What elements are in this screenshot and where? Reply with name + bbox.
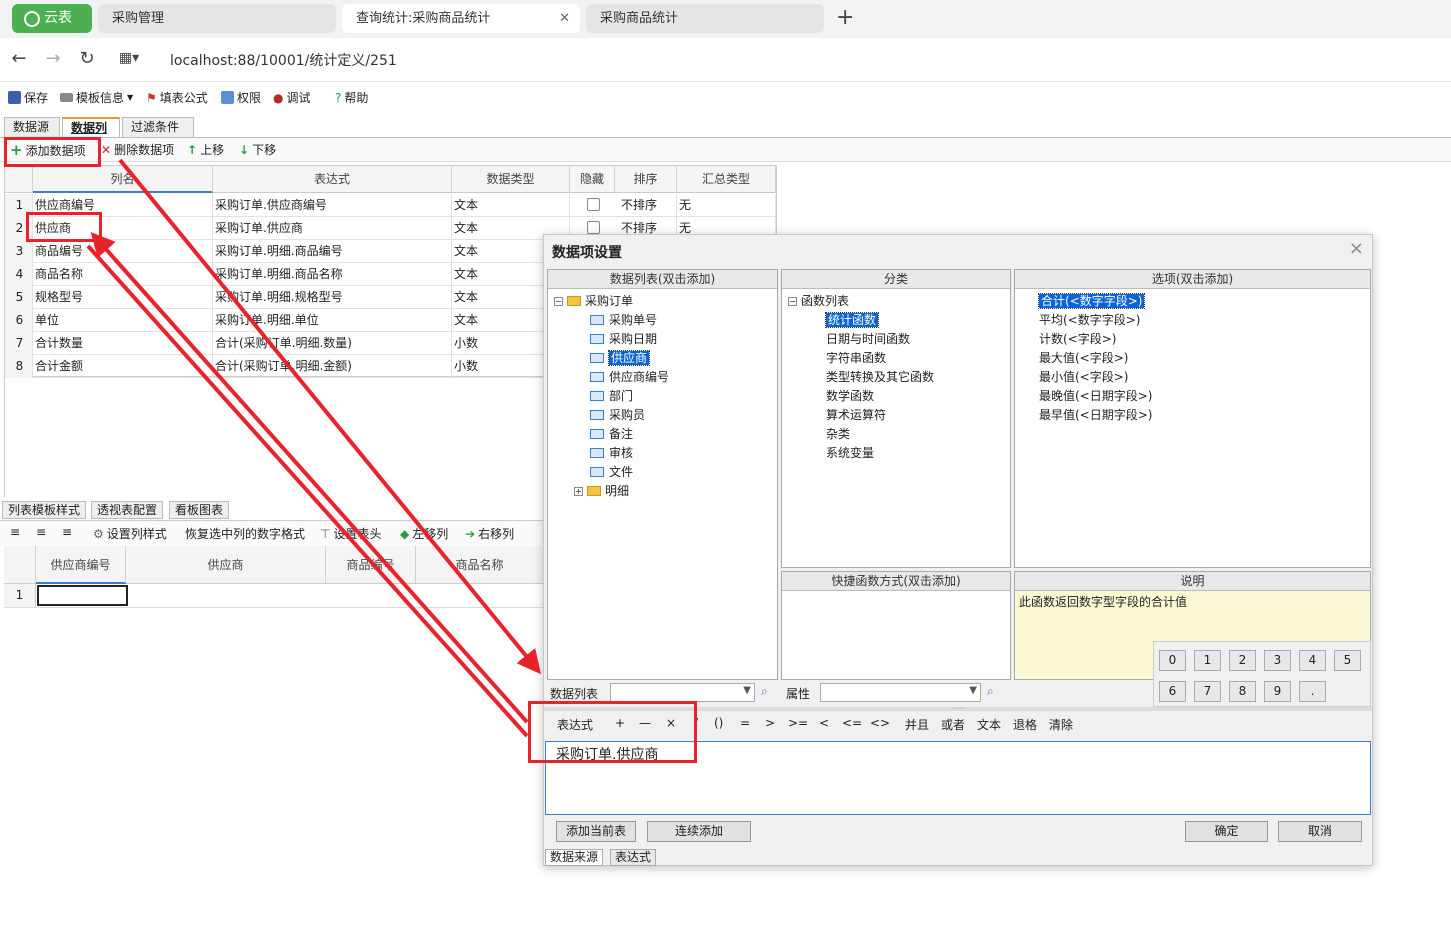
arrow-expression-to-row-2	[86, 244, 529, 738]
arrow-expression-to-row	[90, 232, 529, 724]
arrow-add-to-dialog	[118, 158, 542, 675]
annotation-arrows	[86, 158, 542, 738]
